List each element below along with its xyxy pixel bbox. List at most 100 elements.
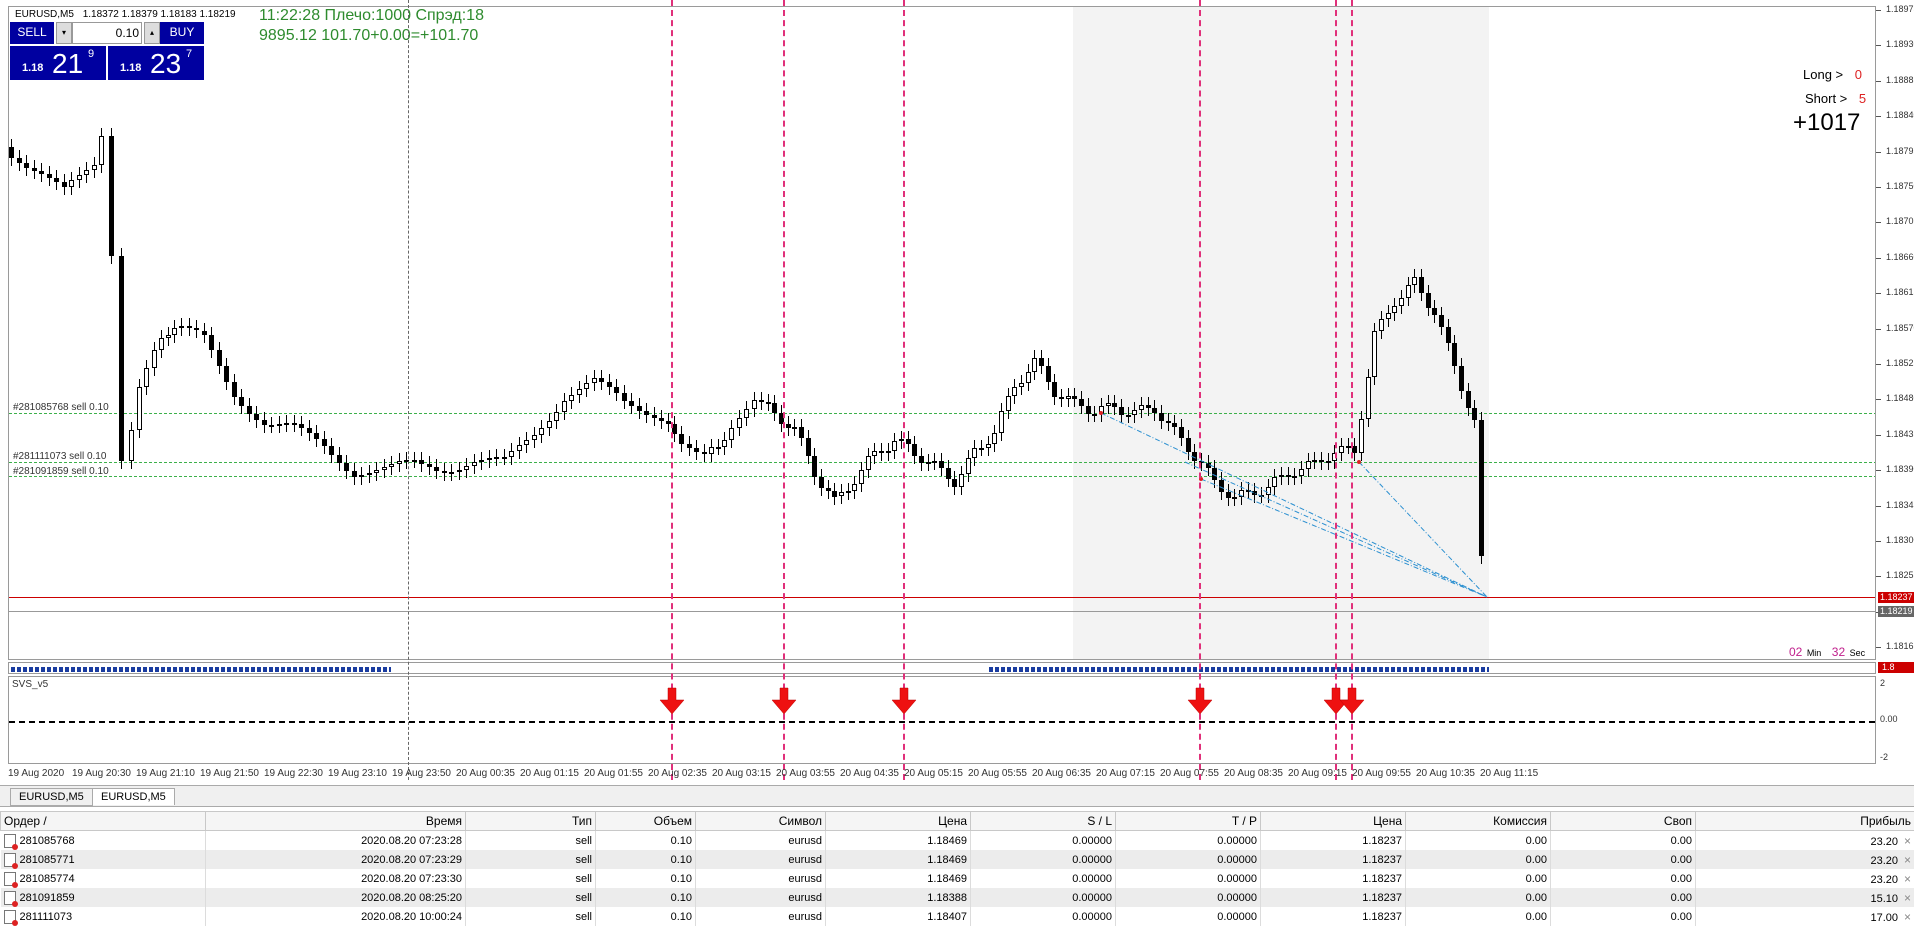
- orders-table: Ордер / Время Тип Объем Символ Цена S / …: [0, 811, 1914, 926]
- cell-text: 281085771: [19, 853, 75, 866]
- last-price-tag: 1.18219: [1878, 606, 1914, 617]
- cell-tp: 0.00000: [1115, 850, 1261, 869]
- tab-chart-1[interactable]: EURUSD,M5: [10, 788, 93, 806]
- table-row[interactable]: 281085774 2020.08.20 07:23:30 sell 0.10 euru…: [0, 869, 1914, 888]
- buy-price-box[interactable]: 1.18 23 7: [108, 46, 204, 80]
- price-tick-mark: [1876, 293, 1881, 295]
- volume-strip: [8, 662, 1876, 674]
- signal-vline-4[interactable]: [1199, 0, 1201, 780]
- col-time[interactable]: Время: [205, 811, 466, 831]
- cell-order: 281111073: [0, 907, 206, 926]
- col-tp[interactable]: T / P: [1115, 811, 1261, 831]
- col-sl[interactable]: S / L: [970, 811, 1116, 831]
- trend-lines: [1099, 411, 1488, 598]
- close-order-icon[interactable]: ×: [1904, 853, 1911, 867]
- indicator-level-top: 2: [1880, 678, 1886, 688]
- price-chart[interactable]: #281085768 sell 0.10 #281111073 sell 0.1…: [8, 6, 1876, 660]
- symbol-title: EURUSD,M5: [15, 9, 74, 20]
- time-tick-label: 20 Aug 11:15: [1480, 768, 1539, 779]
- time-tick-label: 20 Aug 00:35: [456, 768, 515, 779]
- cell-text: 1.18469: [927, 872, 967, 885]
- price-tick-label: 1.18705: [1886, 216, 1914, 227]
- cell-order: 281085771: [0, 850, 206, 869]
- cell-profit: 23.20 ×: [1695, 869, 1914, 888]
- time-tick-label: 20 Aug 10:35: [1416, 768, 1475, 779]
- time-tick-label: 20 Aug 01:55: [584, 768, 643, 779]
- time-axis[interactable]: 19 Aug 2020 19 Aug 20:30 19 Aug 21:10 19 Au…: [8, 764, 1876, 784]
- price-tick-mark: [1876, 151, 1881, 153]
- cell-text: 0.00000: [1217, 910, 1257, 923]
- cell-sl: 0.00000: [970, 830, 1116, 850]
- cell-text: 0.00000: [1072, 891, 1112, 904]
- chart-window[interactable]: #281085768 sell 0.10 #281111073 sell 0.1…: [0, 0, 1914, 785]
- lot-decrease-button[interactable]: ▾: [56, 22, 72, 44]
- cell-text: 23.20: [1870, 854, 1898, 867]
- period-separator: [408, 0, 409, 780]
- cell-current-price: 1.18237: [1260, 869, 1406, 888]
- col-order[interactable]: Ордер /: [0, 811, 206, 831]
- cell-profit: 23.20 ×: [1695, 850, 1914, 869]
- close-order-icon[interactable]: ×: [1904, 872, 1911, 886]
- cell-text: sell: [575, 853, 592, 866]
- cell-text: 1.18237: [1362, 834, 1402, 847]
- cell-text: 1.18407: [927, 910, 967, 923]
- signal-vline-6[interactable]: [1351, 0, 1353, 780]
- cell-profit: 17.00 ×: [1695, 907, 1914, 926]
- table-row[interactable]: 281085771 2020.08.20 07:23:29 sell 0.10 euru…: [0, 850, 1914, 869]
- cell-open-price: 1.18469: [825, 869, 971, 888]
- signal-vline-1[interactable]: [671, 0, 673, 780]
- close-order-icon[interactable]: ×: [1904, 891, 1911, 905]
- cell-text: 0.00000: [1217, 834, 1257, 847]
- buy-button[interactable]: BUY: [160, 22, 204, 44]
- col-commission[interactable]: Комиссия: [1405, 811, 1551, 831]
- time-tick-label: 20 Aug 01:15: [520, 768, 579, 779]
- lot-increase-button[interactable]: ▴: [144, 22, 160, 44]
- col-type[interactable]: Тип: [465, 811, 596, 831]
- col-volume[interactable]: Объем: [595, 811, 696, 831]
- sell-order-icon: [3, 890, 18, 907]
- total-profit: +1017: [1793, 109, 1861, 136]
- cell-text: 0.00000: [1072, 853, 1112, 866]
- price-tick-mark: [1876, 45, 1881, 47]
- col-swap[interactable]: Своп: [1550, 811, 1696, 831]
- col-open-price[interactable]: Цена: [825, 811, 971, 831]
- lot-input[interactable]: [72, 22, 142, 44]
- cell-text: 23.20: [1870, 835, 1898, 848]
- table-row[interactable]: 281091859 2020.08.20 08:25:20 sell 0.10 euru…: [0, 888, 1914, 907]
- signal-vline-2[interactable]: [783, 0, 785, 780]
- symbol-header: EURUSD,M5 1.18372 1.18379 1.18183 1.1821…: [15, 9, 236, 20]
- sell-button[interactable]: SELL: [10, 22, 54, 44]
- timer-sec: 32: [1831, 645, 1846, 659]
- cell-symbol: eurusd: [695, 888, 826, 907]
- info-line-2: 9895.12 101.70+0.00=+101.70: [259, 27, 479, 44]
- cell-text: sell: [575, 872, 592, 885]
- tab-chart-2[interactable]: EURUSD,M5: [92, 788, 175, 805]
- time-tick-label: 19 Aug 23:10: [328, 768, 387, 779]
- cell-sl: 0.00000: [970, 869, 1116, 888]
- col-symbol[interactable]: Символ: [695, 811, 826, 831]
- timer-min: 02: [1789, 645, 1803, 659]
- time-tick-label: 19 Aug 2020: [8, 768, 65, 779]
- sell-price-box[interactable]: 1.18 21 9: [10, 46, 106, 80]
- cell-text: 0.00: [1670, 834, 1692, 847]
- close-order-icon[interactable]: ×: [1904, 910, 1911, 924]
- signal-vline-5[interactable]: [1335, 0, 1337, 780]
- cell-commission: 0.00: [1405, 869, 1551, 888]
- cell-text: 0.00: [1670, 910, 1692, 923]
- time-tick-label: 20 Aug 03:15: [712, 768, 771, 779]
- table-row[interactable]: 281085768 2020.08.20 07:23:28 sell 0.10 euru…: [0, 830, 1914, 850]
- cell-volume: 0.10: [595, 850, 696, 869]
- signal-vline-3[interactable]: [903, 0, 905, 780]
- cell-text: 17.00: [1870, 911, 1898, 924]
- close-order-icon[interactable]: ×: [1904, 834, 1911, 848]
- table-row[interactable]: 281111073 2020.08.20 10:00:24 sell 0.10 euru…: [0, 907, 1914, 926]
- price-tick-mark: [1876, 434, 1881, 436]
- cell-text: 2020.08.20 07:23:28: [361, 834, 462, 847]
- cell-text: 0.00000: [1072, 910, 1112, 923]
- cell-commission: 0.00: [1405, 907, 1551, 926]
- col-profit[interactable]: Прибыль: [1695, 811, 1914, 831]
- col-current-price[interactable]: Цена: [1260, 811, 1406, 831]
- price-tick-mark: [1876, 10, 1881, 11]
- one-click-trading-panel: SELL ▾ ▴ BUY 1.18 21 9 1.18 23 7: [10, 22, 205, 80]
- price-tick-label: 1.18885: [1886, 74, 1914, 85]
